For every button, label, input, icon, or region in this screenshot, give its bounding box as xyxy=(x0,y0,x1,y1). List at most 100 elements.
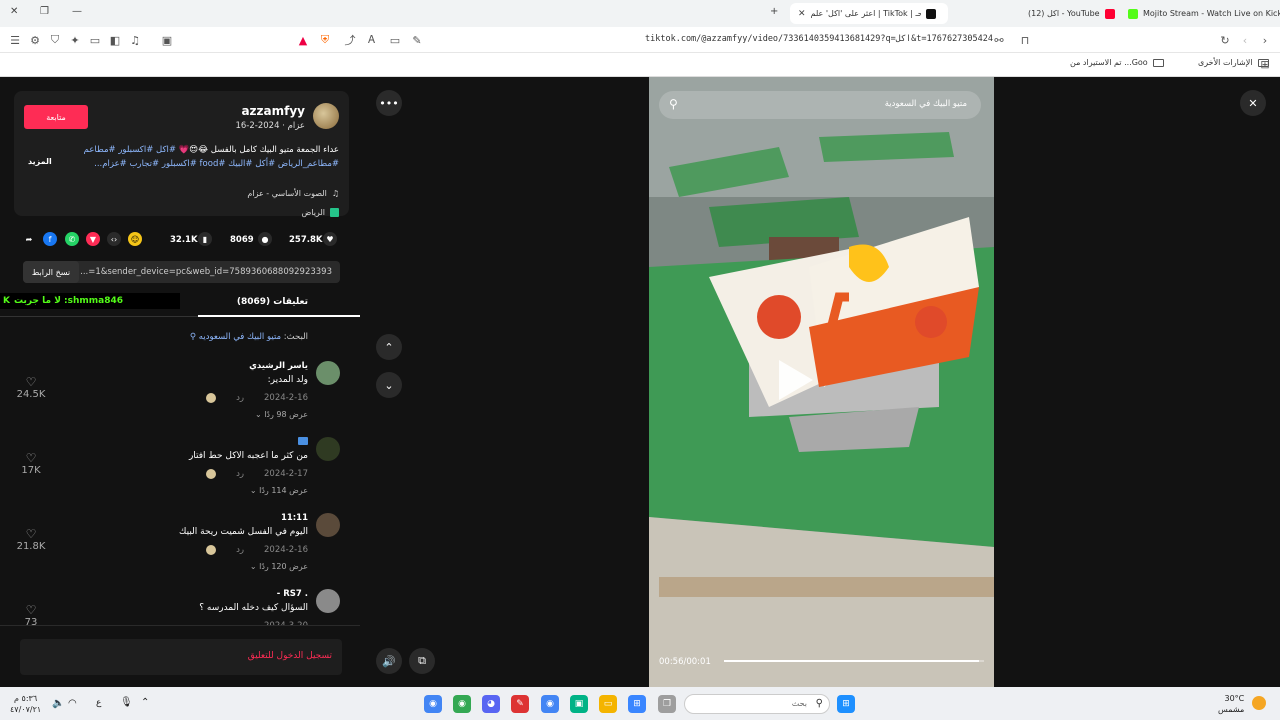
sidebar-icon[interactable]: ◧ xyxy=(108,33,122,47)
tray-chevron-icon[interactable]: ⌃ xyxy=(141,697,149,708)
app-icon[interactable]: ▣ xyxy=(570,695,588,713)
music-icon[interactable]: ♫ xyxy=(128,33,142,47)
caption-hashtags[interactable]: #اكل #اكسبلور #مطاعم xyxy=(84,145,176,155)
sound-row[interactable]: ♫ الصوت الأساسي - عزام xyxy=(247,189,339,198)
commenter-avatar[interactable] xyxy=(316,361,340,385)
brave-shield-icon[interactable]: ⛨ xyxy=(318,33,332,47)
view-replies-button[interactable]: عرض 98 ردًا ⌄ xyxy=(255,410,308,419)
video-player[interactable]: ⚲ متيو البيك في السعودية 00:56/00:01 xyxy=(649,77,994,687)
reply-button[interactable]: رد xyxy=(236,545,244,555)
close-window-icon[interactable]: ✕ xyxy=(10,6,18,17)
bookmark-icon[interactable]: ⊓ xyxy=(1018,33,1032,47)
bookmark-imported[interactable]: تم الاستيراد من ...Goo xyxy=(1070,58,1164,67)
tab-comments[interactable]: تعليقات (8069) xyxy=(237,297,308,307)
emoji-icon[interactable]: ☺ xyxy=(128,232,142,246)
volume-button[interactable]: 🔊 xyxy=(376,648,402,674)
facebook-icon[interactable]: f xyxy=(43,232,57,246)
commenter-avatar[interactable] xyxy=(316,513,340,537)
comment-icon[interactable]: ● xyxy=(258,232,272,246)
play-icon[interactable] xyxy=(779,360,813,400)
author-username[interactable]: azzamfyy xyxy=(241,104,305,118)
caption-more-button[interactable]: المزيد xyxy=(28,157,52,166)
video-progress-track[interactable] xyxy=(724,660,984,662)
store-icon[interactable]: ⊞ xyxy=(628,695,646,713)
clock[interactable]: ٥:٣٦ م ٤٧/٠٧/٢١ xyxy=(10,693,41,715)
share-icon[interactable]: ⤴ xyxy=(343,33,357,47)
discord-icon[interactable]: ◕ xyxy=(482,695,500,713)
commenter-name[interactable]: 11:11 xyxy=(281,513,308,523)
task-view-icon[interactable]: ❐ xyxy=(658,695,676,713)
forward-icon[interactable]: ‹ xyxy=(1238,33,1252,47)
author-avatar[interactable] xyxy=(313,103,339,129)
comment-like[interactable]: ♡ 21.8K xyxy=(16,527,46,552)
comment-like[interactable]: ♡ 17K xyxy=(16,451,46,476)
shield-icon[interactable]: ⛉ xyxy=(48,33,62,47)
comment-like[interactable]: ♡ 73 xyxy=(16,603,46,625)
commenter-badge[interactable] xyxy=(298,437,308,448)
brave-rewards-icon[interactable]: ▲ xyxy=(296,33,310,47)
apps-grid-icon[interactable]: ⊞ xyxy=(1258,57,1272,71)
volume-icon[interactable]: 🔈 xyxy=(52,698,64,709)
close-tab-icon[interactable]: ✕ xyxy=(798,9,806,19)
screenshot-icon[interactable]: ▣ xyxy=(160,33,174,47)
commenter-avatar[interactable] xyxy=(316,437,340,461)
previous-video-button[interactable]: ⌃ xyxy=(376,334,402,360)
reader-icon[interactable]: ✎ xyxy=(410,33,424,47)
commenter-avatar[interactable] xyxy=(316,589,340,613)
bookmark-save-icon[interactable]: ▮ xyxy=(198,232,212,246)
share-arrow-icon[interactable]: ➦ xyxy=(22,232,36,246)
close-video-button[interactable]: ✕ xyxy=(1240,90,1266,116)
copy-link-button[interactable]: نسخ الرابط xyxy=(23,261,79,283)
restore-window-icon[interactable]: ❐ xyxy=(40,6,49,17)
share-pink-icon[interactable]: ▼ xyxy=(86,232,100,246)
chrome-icon[interactable]: ◉ xyxy=(453,695,471,713)
microphone-icon[interactable]: 🎙 xyxy=(120,697,133,708)
login-prompt[interactable]: تسجيل الدخول للتعليق xyxy=(248,651,332,661)
back-icon[interactable]: › xyxy=(1258,33,1272,47)
login-to-comment-box[interactable]: تسجيل الدخول للتعليق xyxy=(20,639,342,675)
location-row[interactable]: الرياض xyxy=(302,208,339,217)
extensions-icon[interactable]: ⚙ xyxy=(28,33,42,47)
caption-hashtags-line2[interactable]: #مطاعم_الرياض #أكل #البيك #food #اكسبلور… xyxy=(74,157,339,171)
share-link-url[interactable]: ...=1&sender_device=pc&web_id=7589360688… xyxy=(80,267,332,277)
more-options-button[interactable]: ••• xyxy=(376,90,402,116)
embed-icon[interactable]: ‹› xyxy=(107,232,121,246)
app-icon[interactable]: ✎ xyxy=(511,695,529,713)
chrome-icon[interactable]: ◉ xyxy=(424,695,442,713)
tab-kick[interactable]: Mojito Stream - Watch Live on Kick xyxy=(1120,3,1280,24)
picture-in-picture-button[interactable]: ⧉ xyxy=(409,648,435,674)
cast-icon[interactable]: ▭ xyxy=(388,33,402,47)
commenter-name[interactable]: ياسر الرشيدي xyxy=(249,361,308,371)
search-term[interactable]: متيو البيك في السعوديه xyxy=(199,332,281,342)
view-replies-button[interactable]: عرض 114 ردًا ⌄ xyxy=(250,486,308,495)
follow-button[interactable]: متابعة xyxy=(24,105,88,129)
wallet-icon[interactable]: ▭ xyxy=(88,33,102,47)
minimize-window-icon[interactable]: — xyxy=(72,6,82,17)
reload-icon[interactable]: ↻ xyxy=(1218,33,1232,47)
reply-button[interactable]: رد xyxy=(236,469,244,479)
weather-widget[interactable]: 30°C مشمس xyxy=(1218,693,1244,715)
commenter-name[interactable]: . RS7 - xyxy=(277,589,308,599)
wifi-icon[interactable]: ◠ xyxy=(68,698,77,709)
whatsapp-icon[interactable]: ✆ xyxy=(65,232,79,246)
comment-search-row[interactable]: البحث: متيو البيك في السعوديه ⚲ xyxy=(190,332,308,342)
taskbar-search-box[interactable]: ⚲ بحث xyxy=(684,694,830,714)
view-replies-button[interactable]: عرض 120 ردًا ⌄ xyxy=(250,562,308,571)
heart-icon[interactable]: ♥ xyxy=(323,232,337,246)
next-video-button[interactable]: ⌄ xyxy=(376,372,402,398)
puzzle-icon[interactable]: ✦ xyxy=(68,33,82,47)
comment-like[interactable]: ♡ 24.5K xyxy=(16,375,46,400)
new-tab-button[interactable]: + xyxy=(770,6,778,17)
file-explorer-icon[interactable]: ▭ xyxy=(599,695,617,713)
input-language[interactable]: ع xyxy=(96,698,101,708)
tab-youtube[interactable]: (12) اكل - YouTube xyxy=(1020,3,1120,24)
site-settings-icon[interactable]: ⚯ xyxy=(992,33,1006,47)
menu-icon[interactable]: ☰ xyxy=(8,33,22,47)
address-bar[interactable]: tiktok.com/@azzamfyy/video/7336140359413… xyxy=(645,34,993,44)
video-search-bar[interactable]: ⚲ متيو البيك في السعودية xyxy=(659,91,981,119)
windows-start-icon[interactable]: ⊞ xyxy=(837,695,855,713)
reply-button[interactable]: رد xyxy=(236,393,244,403)
tab-tiktok-active[interactable]: ✕ اعثر على 'اكل' علم | TikTok | بحـ xyxy=(790,3,948,24)
translate-icon[interactable]: Ꭺ xyxy=(365,33,379,47)
chrome-icon[interactable]: ◉ xyxy=(541,695,559,713)
